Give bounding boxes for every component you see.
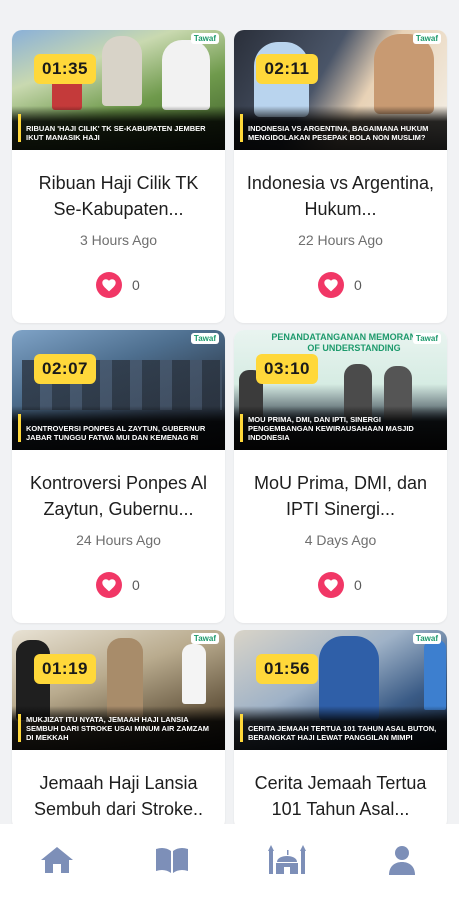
caption-accent-bar: [240, 714, 243, 742]
like-row: 0: [318, 572, 447, 598]
video-title[interactable]: MoU Prima, DMI, dan IPTI Sinergi...: [246, 470, 435, 522]
brand-logo: Tawaf: [412, 333, 441, 344]
like-row: 0: [318, 272, 447, 298]
nav-quran[interactable]: [142, 836, 202, 884]
like-count: 0: [132, 277, 140, 293]
video-title[interactable]: Jemaah Haji Lansia Sembuh dari Stroke..: [24, 770, 213, 822]
brand-logo: Tawaf: [190, 633, 219, 644]
duration-badge: 01:35: [34, 54, 96, 84]
like-count: 0: [354, 577, 362, 593]
video-thumbnail[interactable]: 02:11 Tawaf Indonesia vs Argentina, Baga…: [234, 30, 447, 150]
caption-accent-bar: [18, 414, 21, 442]
brand-logo: Tawaf: [412, 633, 441, 644]
heart-icon[interactable]: [96, 572, 122, 598]
video-thumbnail[interactable]: 01:35 Tawaf Ribuan 'Haji Cilik' TK Se-Ka…: [12, 30, 225, 150]
like-row: 0: [96, 572, 225, 598]
video-card[interactable]: 01:56 Tawaf Cerita Jemaah Tertua 101 Tah…: [234, 630, 447, 830]
caption-accent-bar: [18, 714, 21, 742]
video-thumbnail[interactable]: 01:56 Tawaf Cerita Jemaah Tertua 101 Tah…: [234, 630, 447, 750]
user-icon: [388, 846, 415, 875]
duration-badge: 03:10: [256, 354, 318, 384]
book-icon: [156, 847, 189, 873]
video-thumbnail[interactable]: 01:19 Tawaf Mukjizat Itu Nyata, Jemaah H…: [12, 630, 225, 750]
nav-home[interactable]: [27, 836, 87, 884]
video-card[interactable]: 02:07 Tawaf Kontroversi Ponpes Al Zaytun…: [12, 330, 225, 623]
duration-badge: 02:11: [256, 54, 318, 84]
caption-accent-bar: [18, 114, 21, 142]
home-icon: [41, 847, 74, 873]
heart-icon[interactable]: [318, 572, 344, 598]
video-time: 4 Days Ago: [304, 532, 377, 548]
video-title[interactable]: Kontroversi Ponpes Al Zaytun, Gubernu...: [24, 470, 213, 522]
nav-profile[interactable]: [372, 836, 432, 884]
brand-logo: Tawaf: [190, 33, 219, 44]
video-title[interactable]: Ribuan Haji Cilik TK Se-Kabupaten...: [24, 170, 213, 222]
brand-logo: Tawaf: [412, 33, 441, 44]
video-title[interactable]: Cerita Jemaah Tertua 101 Tahun Asal...: [246, 770, 435, 822]
video-thumbnail[interactable]: PENANDATANGANAN MEMORANDUM OF UNDERSTAND…: [234, 330, 447, 450]
like-row: 0: [96, 272, 225, 298]
video-time: 22 Hours Ago: [298, 232, 383, 248]
video-thumbnail[interactable]: 02:07 Tawaf Kontroversi Ponpes Al Zaytun…: [12, 330, 225, 450]
thumbnail-caption: MoU Prima, DMI, dan IPTI, Sinergi Pengem…: [248, 415, 414, 442]
thumbnail-caption: Kontroversi Ponpes Al Zaytun, Gubernur J…: [26, 424, 206, 442]
video-card[interactable]: 02:11 Tawaf Indonesia vs Argentina, Baga…: [234, 30, 447, 323]
like-count: 0: [132, 577, 140, 593]
video-card[interactable]: 01:19 Tawaf Mukjizat Itu Nyata, Jemaah H…: [12, 630, 225, 830]
heart-icon[interactable]: [318, 272, 344, 298]
brand-logo: Tawaf: [190, 333, 219, 344]
video-card[interactable]: 01:35 Tawaf Ribuan 'Haji Cilik' TK Se-Ka…: [12, 30, 225, 323]
video-card[interactable]: PENANDATANGANAN MEMORANDUM OF UNDERSTAND…: [234, 330, 447, 623]
thumbnail-caption: Indonesia vs Argentina, Bagaimana Hukum …: [248, 124, 429, 142]
nav-mosque[interactable]: [257, 836, 317, 884]
duration-badge: 02:07: [34, 354, 96, 384]
like-count: 0: [354, 277, 362, 293]
bottom-navigation: [0, 824, 459, 900]
caption-accent-bar: [240, 114, 243, 142]
video-title[interactable]: Indonesia vs Argentina, Hukum...: [246, 170, 435, 222]
video-time: 24 Hours Ago: [76, 532, 161, 548]
caption-accent-bar: [240, 414, 243, 442]
thumbnail-caption: Cerita Jemaah Tertua 101 Tahun Asal Buto…: [248, 724, 437, 742]
heart-icon[interactable]: [96, 272, 122, 298]
duration-badge: 01:19: [34, 654, 96, 684]
video-time: 3 Hours Ago: [79, 232, 158, 248]
mosque-icon: [267, 845, 306, 874]
duration-badge: 01:56: [256, 654, 318, 684]
thumbnail-caption: Mukjizat Itu Nyata, Jemaah Haji Lansia S…: [26, 715, 210, 742]
thumbnail-caption: Ribuan 'Haji Cilik' TK Se-Kabupaten Jemb…: [26, 124, 206, 142]
